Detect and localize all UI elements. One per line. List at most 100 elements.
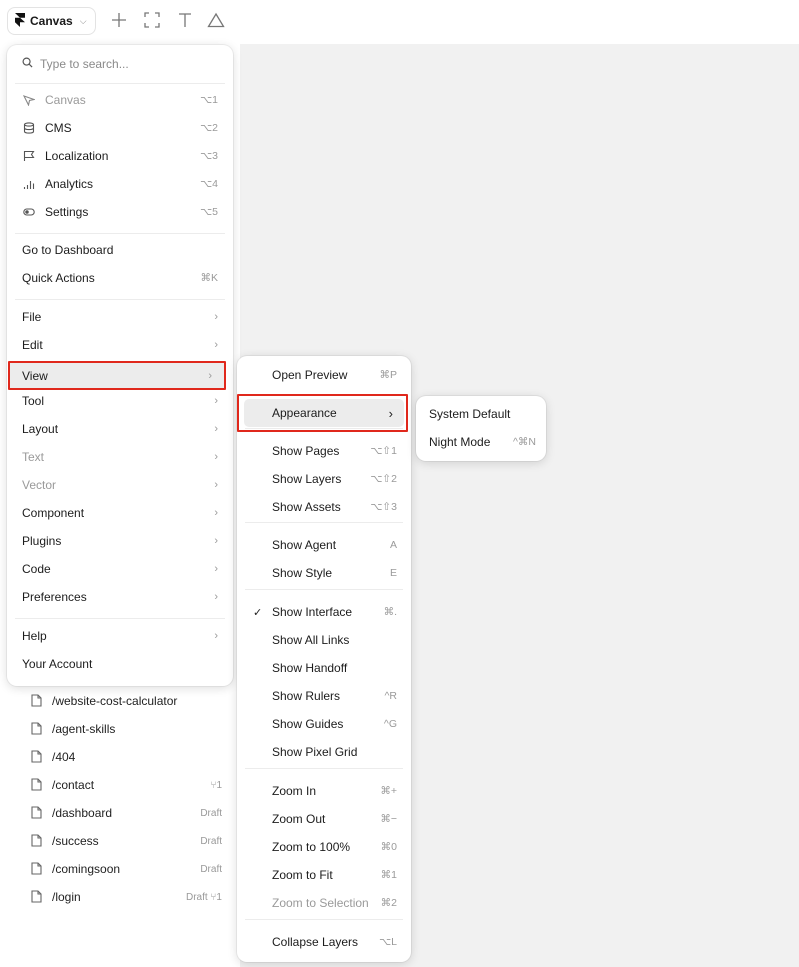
page-name: /agent-skills	[52, 722, 116, 736]
menu-item-tool[interactable]: Tool ›	[7, 387, 233, 415]
menu-item-plugins[interactable]: Plugins ›	[7, 527, 233, 555]
mode-item-canvas-label: Canvas	[45, 93, 86, 107]
view-item-zoom-to-100--label: Zoom to 100%	[272, 840, 351, 854]
appearance-item-night-mode[interactable]: Night Mode ^⌘N	[416, 428, 546, 456]
view-item-show-all-links[interactable]: Show All Links	[237, 626, 411, 654]
view-item-show-agent-label: Show Agent	[272, 538, 337, 552]
go-to-dashboard-item[interactable]: Go to Dashboard	[7, 236, 233, 264]
framer-logo-icon	[15, 12, 25, 30]
view-item-show-style[interactable]: Show Style E	[237, 559, 411, 587]
text-icon[interactable]	[175, 10, 195, 30]
mode-item-localization[interactable]: Localization ⌥3	[7, 142, 233, 170]
page-item[interactable]: /success Draft	[0, 827, 240, 855]
view-item-collapse-layers-label: Collapse Layers	[272, 935, 359, 949]
mode-item-settings[interactable]: Settings ⌥5	[7, 198, 233, 226]
page-name: /404	[52, 750, 76, 764]
menu-item-code-label: Code	[22, 562, 51, 576]
view-item-zoom-to-100--shortcut: ⌘0	[380, 841, 397, 853]
triangle-icon[interactable]	[206, 10, 226, 30]
page-item[interactable]: /dashboard Draft	[0, 799, 240, 827]
chevron-right-icon: ›	[214, 563, 218, 575]
page-status: Draft	[200, 807, 222, 819]
view-item-show-assets[interactable]: Show Assets ⌥⇧3	[237, 493, 411, 521]
menu-item-file-label: File	[22, 310, 42, 324]
view-item-show-pixel-grid-label: Show Pixel Grid	[272, 745, 358, 759]
search-input[interactable]	[40, 57, 210, 71]
view-item-show-assets-shortcut: ⌥⇧3	[370, 501, 397, 513]
menu-item-layout-label: Layout	[22, 422, 59, 436]
view-item-zoom-to-100-[interactable]: Zoom to 100% ⌘0	[237, 833, 411, 861]
plus-icon[interactable]	[109, 10, 129, 30]
view-item-show-interface-shortcut: ⌘.	[383, 606, 397, 618]
view-item-open-preview-shortcut: ⌘P	[379, 369, 397, 381]
menu-item-component[interactable]: Component ›	[7, 499, 233, 527]
menu-item-vector[interactable]: Vector ›	[7, 471, 233, 499]
appearance-submenu: System Default Night Mode ^⌘N	[416, 396, 546, 461]
view-item-open-preview[interactable]: Open Preview ⌘P	[237, 361, 411, 389]
page-icon	[31, 750, 43, 764]
view-submenu: Open Preview ⌘P Show Pages ⌥⇧1 Show Layers ⌥⇧…	[237, 356, 411, 962]
mode-item-analytics-shortcut: ⌥4	[200, 178, 218, 190]
your-account-item-label: Your Account	[22, 657, 93, 671]
page-item[interactable]: /comingsoon Draft	[0, 855, 240, 883]
page-item[interactable]: /website-cost-calculator	[0, 687, 240, 715]
cursor-icon	[22, 93, 36, 107]
menu-item-file[interactable]: File ›	[7, 303, 233, 331]
chevron-right-icon: ›	[214, 395, 218, 407]
menu-item-text[interactable]: Text ›	[7, 443, 233, 471]
mode-item-analytics[interactable]: Analytics ⌥4	[7, 170, 233, 198]
menu-item-edit-label: Edit	[22, 338, 43, 352]
view-item-show-agent[interactable]: Show Agent A	[237, 531, 411, 559]
page-status: Draft	[200, 863, 222, 875]
menu-item-preferences[interactable]: Preferences ›	[7, 583, 233, 611]
menu-item-layout[interactable]: Layout ›	[7, 415, 233, 443]
view-item-show-guides-shortcut: ^G	[383, 718, 397, 730]
divider	[245, 589, 403, 590]
chevron-right-icon: ›	[214, 479, 218, 491]
menu-item-help[interactable]: Help ›	[7, 622, 233, 650]
quick-actions-item[interactable]: Quick Actions ⌘K	[7, 264, 233, 292]
view-item-zoom-to-fit[interactable]: Zoom to Fit ⌘1	[237, 861, 411, 889]
view-item-show-guides[interactable]: Show Guides ^G	[237, 710, 411, 738]
view-item-show-pages[interactable]: Show Pages ⌥⇧1	[237, 437, 411, 465]
view-item-show-pixel-grid[interactable]: Show Pixel Grid	[237, 738, 411, 766]
view-item-zoom-out-label: Zoom Out	[272, 812, 326, 826]
divider	[245, 919, 403, 920]
menu-item-edit[interactable]: Edit ›	[7, 331, 233, 359]
page-item[interactable]: /404	[0, 743, 240, 771]
view-item-zoom-out[interactable]: Zoom Out ⌘−	[237, 805, 411, 833]
view-item-show-interface[interactable]: Show Interface ⌘. ✓	[237, 598, 411, 626]
menu-item-view[interactable]: View ›	[7, 361, 227, 390]
menu-item-view-label: View	[22, 368, 48, 383]
view-item-show-rulers[interactable]: Show Rulers ^R	[237, 682, 411, 710]
page-icon	[31, 778, 43, 792]
view-item-collapse-layers[interactable]: Collapse Layers ⌥L	[237, 928, 411, 956]
divider	[15, 618, 225, 619]
page-name: /dashboard	[52, 806, 113, 820]
view-item-show-layers[interactable]: Show Layers ⌥⇧2	[237, 465, 411, 493]
mode-item-canvas[interactable]: Canvas ⌥1	[7, 86, 233, 114]
view-item-show-layers-shortcut: ⌥⇧2	[370, 473, 397, 485]
view-item-show-handoff[interactable]: Show Handoff	[237, 654, 411, 682]
page-item[interactable]: /agent-skills	[0, 715, 240, 743]
search-row	[7, 45, 233, 83]
page-name: /login	[52, 890, 81, 904]
search-icon	[22, 57, 33, 71]
canvas-mode-dropdown[interactable]: Canvas ⌵	[7, 7, 96, 35]
view-item-show-handoff-label: Show Handoff	[272, 661, 348, 675]
view-item-zoom-in[interactable]: Zoom In ⌘+	[237, 777, 411, 805]
flag-icon	[22, 149, 36, 163]
appearance-item-system-default[interactable]: System Default	[416, 400, 546, 428]
view-item-show-interface-label: Show Interface	[272, 605, 353, 619]
appearance-item-system-default-label: System Default	[429, 407, 511, 421]
view-item-zoom-to-selection[interactable]: Zoom to Selection ⌘2	[237, 889, 411, 917]
menu-item-preferences-label: Preferences	[22, 590, 87, 604]
your-account-item[interactable]: Your Account	[7, 650, 233, 678]
page-status: Draft ⑂1	[185, 891, 222, 903]
view-item-show-rulers-label: Show Rulers	[272, 689, 341, 703]
page-item[interactable]: /login Draft ⑂1	[0, 883, 240, 911]
mode-item-cms[interactable]: CMS ⌥2	[7, 114, 233, 142]
frame-icon[interactable]	[142, 10, 162, 30]
menu-item-code[interactable]: Code ›	[7, 555, 233, 583]
page-item[interactable]: /contact ⑂1	[0, 771, 240, 799]
